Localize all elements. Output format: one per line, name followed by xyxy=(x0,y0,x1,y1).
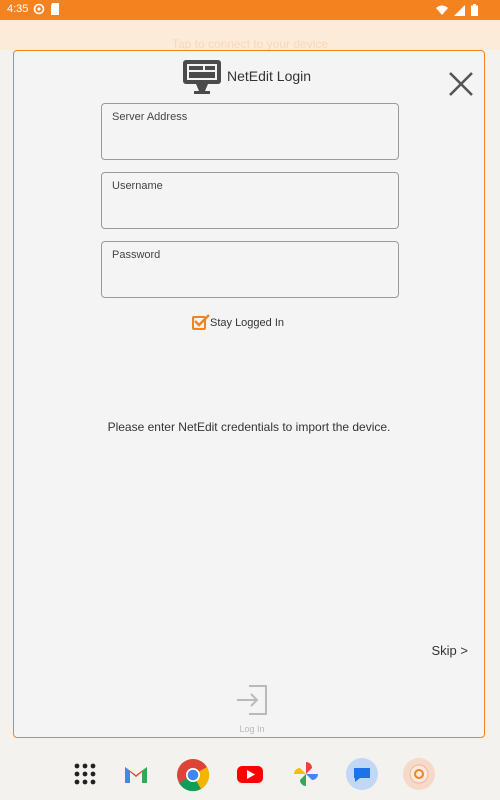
password-input[interactable] xyxy=(112,270,386,292)
status-right-icons xyxy=(436,4,478,16)
close-icon[interactable] xyxy=(448,71,474,97)
chrome-icon[interactable] xyxy=(176,758,210,792)
dialog-header: NetEdit Login xyxy=(14,59,484,99)
dialog-title: NetEdit Login xyxy=(227,68,312,84)
sd-card-icon xyxy=(51,3,59,15)
server-address-field[interactable]: Server Address xyxy=(101,103,399,160)
battery-icon xyxy=(471,4,478,16)
status-bar: 4:35 xyxy=(0,0,500,20)
photos-icon[interactable] xyxy=(290,758,322,790)
info-text: Please enter NetEdit credentials to impo… xyxy=(107,420,391,434)
stay-logged-in-row[interactable]: Stay Logged In xyxy=(192,314,284,332)
settings-gear-icon xyxy=(33,3,45,15)
login-icon xyxy=(237,685,267,715)
background-banner-text: Tap to connect to your device xyxy=(171,37,329,51)
server-address-input[interactable] xyxy=(112,132,386,154)
app-icon[interactable] xyxy=(403,758,435,790)
login-button[interactable]: Log In xyxy=(232,683,272,734)
skip-button[interactable]: Skip > xyxy=(432,643,469,658)
checkmark-icon xyxy=(194,314,210,327)
gmail-icon[interactable] xyxy=(120,758,152,790)
signal-icon xyxy=(454,4,465,16)
wifi-icon xyxy=(436,5,448,15)
username-label: Username xyxy=(112,180,163,192)
login-dialog: NetEdit Login Server Address Username Pa… xyxy=(13,50,485,738)
login-label: Log In xyxy=(239,724,265,734)
username-input[interactable] xyxy=(112,201,386,223)
username-field[interactable]: Username xyxy=(101,172,399,229)
stay-logged-in-label: Stay Logged In xyxy=(210,317,285,329)
password-field[interactable]: Password xyxy=(101,241,399,298)
monitor-icon xyxy=(183,60,221,94)
status-time: 4:35 xyxy=(7,3,29,15)
status-left-icons xyxy=(33,3,60,15)
app-dock xyxy=(0,750,500,800)
stay-logged-in-checkbox[interactable] xyxy=(192,314,210,330)
app-drawer-icon[interactable] xyxy=(69,758,101,790)
messages-icon[interactable] xyxy=(346,758,378,790)
youtube-icon[interactable] xyxy=(234,758,266,790)
server-address-label: Server Address xyxy=(112,111,188,123)
password-label: Password xyxy=(112,249,161,261)
